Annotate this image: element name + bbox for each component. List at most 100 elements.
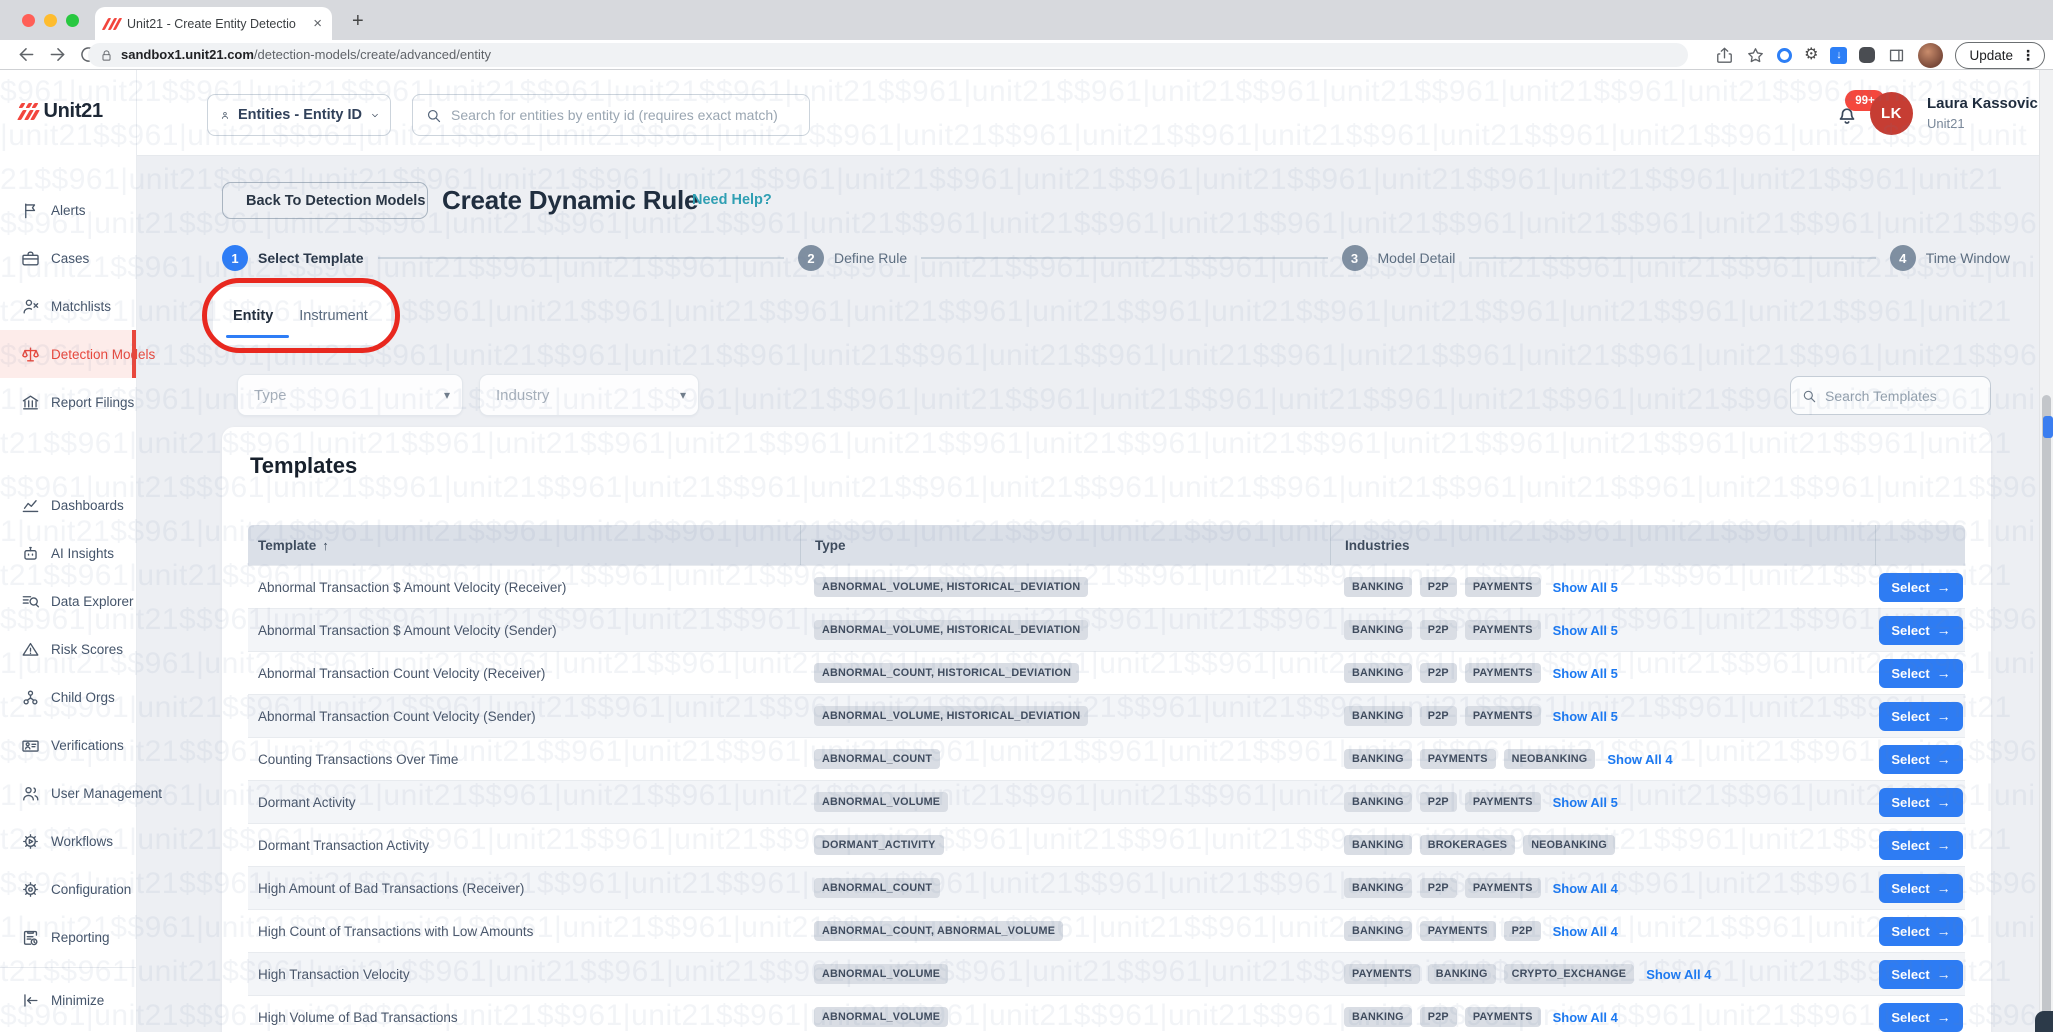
sidebar-item-matchlists[interactable]: Matchlists [0, 282, 136, 330]
back-icon[interactable] [16, 44, 37, 65]
select-button[interactable]: Select → [1879, 873, 1963, 903]
sidebar-item-detection-models[interactable]: Detection Models [0, 330, 155, 378]
extension-adblock-icon[interactable] [1859, 47, 1876, 63]
show-all-link[interactable]: Show All 4 [1553, 1010, 1618, 1025]
show-all-link[interactable]: Show All 5 [1553, 795, 1618, 810]
traffic-light-zoom[interactable] [66, 14, 79, 27]
side-panel-icon[interactable] [1887, 46, 1906, 65]
wizard-step-4[interactable]: 4 Time Window [1889, 245, 2010, 271]
show-all-link[interactable]: Show All 5 [1553, 709, 1618, 724]
need-help-link[interactable]: Need Help? [692, 192, 772, 208]
share-icon[interactable] [1715, 46, 1734, 65]
sidebar-item-data-explorer[interactable]: Data Explorer [0, 577, 136, 625]
table-row: High Amount of Bad Transactions (Receive… [248, 866, 1965, 909]
sidebar-item-configuration[interactable]: Configuration [0, 865, 136, 913]
extension-download-icon[interactable]: ↓ [1830, 46, 1848, 64]
show-all-link[interactable]: Show All 5 [1553, 623, 1618, 638]
logo-text: Unit21 [43, 100, 104, 122]
column-header-industries[interactable]: Industries [1330, 525, 1875, 565]
select-button[interactable]: Select → [1879, 916, 1963, 946]
type-filter-select[interactable]: Type ▾ [237, 374, 463, 416]
browser-profile-avatar[interactable] [1918, 42, 1944, 68]
search-templates[interactable] [1790, 376, 1991, 415]
sidebar-item-dashboards[interactable]: Dashboards [0, 481, 136, 529]
bookmark-star-icon[interactable] [1746, 46, 1765, 65]
industry-tag: PAYMENTS [1419, 921, 1496, 941]
show-all-link[interactable]: Show All 4 [1553, 881, 1618, 896]
industry-tag: PAYMENTS [1464, 706, 1541, 726]
select-button[interactable]: Select → [1879, 1002, 1963, 1032]
wizard-step-1[interactable]: 1 Select Template [222, 245, 364, 271]
page-scrollbar[interactable] [2039, 70, 2053, 1032]
industry-tag: BANKING [1427, 964, 1496, 984]
select-button[interactable]: Select → [1879, 572, 1963, 602]
sidebar-item-alerts[interactable]: Alerts [0, 186, 136, 234]
traffic-light-minimize[interactable] [44, 14, 57, 27]
extension-ring-icon[interactable] [1777, 47, 1793, 63]
scrollbar-thumb[interactable] [2042, 395, 2051, 1032]
select-button[interactable]: Select → [1879, 830, 1963, 860]
url-bar[interactable]: sandbox1.unit21.com/detection-models/cre… [88, 43, 1688, 67]
template-type-tabs: Entity Instrument [213, 287, 391, 345]
chat-bubble-corner[interactable] [2035, 1011, 2053, 1032]
column-header-template[interactable]: Template ↑ [248, 525, 800, 565]
type-tag: ABNORMAL_VOLUME [814, 792, 949, 812]
sidebar-item-risk-scores[interactable]: Risk Scores [0, 625, 136, 673]
global-search-input[interactable] [451, 107, 797, 123]
select-button[interactable]: Select → [1879, 787, 1963, 817]
select-button[interactable]: Select → [1879, 959, 1963, 989]
industries-cell: PAYMENTS BANKING CRYPTO_EXCHANGE Show All 4 [1330, 964, 1875, 984]
show-all-link[interactable]: Show All 5 [1553, 666, 1618, 681]
template-name: Abnormal Transaction Count Velocity (Sen… [258, 708, 536, 724]
entity-scope-selector[interactable]: Entities - Entity ID [207, 94, 391, 136]
table-body: Abnormal Transaction $ Amount Velocity (… [248, 565, 1965, 1032]
sidebar-item-minimize[interactable]: Minimize [0, 976, 136, 1024]
template-name: Dormant Transaction Activity [258, 837, 430, 853]
step-connector [921, 257, 1328, 259]
traffic-light-close[interactable] [22, 14, 35, 27]
select-button[interactable]: Select → [1879, 744, 1963, 774]
sidebar-item-ai-insights[interactable]: AI Insights [0, 529, 136, 577]
sort-asc-icon: ↑ [322, 537, 329, 553]
select-button[interactable]: Select → [1879, 701, 1963, 731]
app-header: Entities - Entity ID 99+ LK Laura Kassov… [137, 70, 2053, 156]
show-all-link[interactable]: Show All 4 [1646, 967, 1711, 982]
sidebar-item-verifications[interactable]: Verifications [0, 721, 136, 769]
wizard-step-2[interactable]: 2 Define Rule [797, 245, 907, 271]
industry-filter-select[interactable]: Industry ▾ [479, 374, 699, 416]
sidebar-item-child-orgs[interactable]: Child Orgs [0, 673, 136, 721]
template-name: High Transaction Velocity [258, 966, 410, 982]
wizard-step-3[interactable]: 3 Model Detail [1341, 245, 1455, 271]
sidebar-item-reporting[interactable]: Reporting [0, 913, 136, 961]
clipboard-clock-icon [21, 928, 40, 947]
sidebar-item-cases[interactable]: Cases [0, 234, 136, 282]
column-header-type[interactable]: Type [800, 525, 1330, 565]
global-search[interactable] [412, 94, 810, 136]
tab-instrument[interactable]: Instrument [299, 308, 368, 324]
table-row: High Transaction Velocity ABNORMAL_VOLUM… [248, 952, 1965, 995]
forward-icon[interactable] [47, 44, 68, 65]
tab-entity[interactable]: Entity [233, 308, 273, 324]
type-tag: ABNORMAL_VOLUME, HISTORICAL_DEVIATION [814, 620, 1089, 640]
sidebar-item-report-filings[interactable]: Report Filings [0, 378, 136, 426]
show-all-link[interactable]: Show All 4 [1607, 752, 1672, 767]
screen: Unit21 - Create Entity Detectio × + sand… [0, 0, 2053, 1032]
search-templates-input[interactable] [1825, 387, 1965, 404]
show-all-link[interactable]: Show All 5 [1553, 580, 1618, 595]
extension-gear-icon[interactable]: ⚙ [1804, 47, 1818, 63]
back-to-detection-models-button[interactable]: Back To Detection Models [222, 182, 428, 219]
sidebar-item-workflows[interactable]: Workflows [0, 817, 136, 865]
tab-close-icon[interactable]: × [313, 16, 322, 31]
sidebar-item-user-management[interactable]: User Management [0, 769, 162, 817]
browser-menu-icon[interactable]: ⋮ [2021, 47, 2035, 64]
industry-tag: P2P [1503, 921, 1541, 941]
browser-update-button[interactable]: Update ⋮ [1955, 41, 2045, 69]
industries-cell: BANKING P2P PAYMENTS Show All 5 [1330, 663, 1875, 683]
select-button[interactable]: Select → [1879, 615, 1963, 645]
select-button[interactable]: Select → [1879, 658, 1963, 688]
search-icon [425, 107, 442, 124]
new-tab-button[interactable]: + [352, 10, 364, 33]
user-avatar[interactable]: LK [1870, 92, 1913, 135]
browser-tab[interactable]: Unit21 - Create Entity Detectio × [95, 7, 332, 40]
show-all-link[interactable]: Show All 4 [1553, 924, 1618, 939]
